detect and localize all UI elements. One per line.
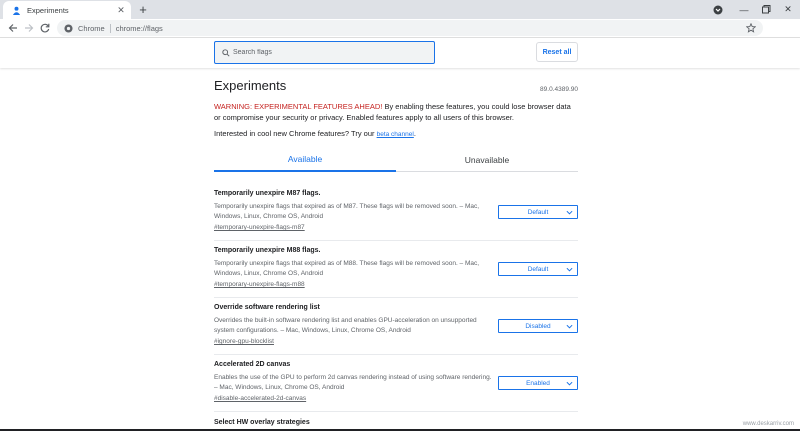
flag-description: Temporarily unexpire flags that expired … <box>214 203 480 220</box>
bookmark-star-icon[interactable] <box>745 22 757 34</box>
forward-arrow-icon[interactable] <box>22 21 36 35</box>
flag-select-value: Default <box>527 208 549 216</box>
flag-item: Temporarily unexpire M88 flags. Temporar… <box>214 247 578 291</box>
flag-description: Overrides the built-in software renderin… <box>214 317 477 334</box>
flags-header: Reset all <box>0 38 800 68</box>
new-tab-icon[interactable]: + <box>136 2 150 17</box>
omnibox-chip: Chrome <box>78 23 105 33</box>
flag-item: Temporarily unexpire M87 flags. Temporar… <box>214 190 578 234</box>
title-row: Experiments 89.0.4389.90 <box>214 78 578 94</box>
close-tab-icon[interactable]: ✕ <box>115 4 127 16</box>
flag-divider <box>214 354 578 355</box>
profile-chevron-icon[interactable] <box>706 0 730 19</box>
flag-title: Accelerated 2D canvas <box>214 361 291 368</box>
flag-select-value: Enabled <box>526 379 550 387</box>
address-bar[interactable]: Chrome chrome://flags <box>57 20 763 36</box>
flag-title: Override software rendering list <box>214 304 320 311</box>
flag-select[interactable]: Default <box>498 262 578 276</box>
tab-strip: Experiments ✕ + — ✕ <box>0 0 800 19</box>
search-icon <box>221 48 230 57</box>
flag-description: Temporarily unexpire flags that expired … <box>214 260 480 277</box>
flag-link[interactable]: #disable-accelerated-2d-canvas <box>214 395 306 402</box>
flag-link[interactable]: #ignore-gpu-blocklist <box>214 338 274 345</box>
warning-text: WARNING: EXPERIMENTAL FEATURES AHEAD! By… <box>214 101 578 123</box>
back-arrow-icon[interactable] <box>6 21 20 35</box>
interest-label: Interested in cool new Chrome features? … <box>214 129 377 138</box>
flag-divider <box>214 297 578 298</box>
watermark: www.deskarriv.com <box>742 421 794 427</box>
flag-select-value: Disabled <box>525 322 551 330</box>
toolbar: Chrome chrome://flags <box>0 19 800 53</box>
url-text[interactable]: chrome://flags <box>116 24 163 33</box>
close-window-icon[interactable]: ✕ <box>776 0 800 19</box>
chevron-down-icon <box>566 323 573 330</box>
flag-title: Temporarily unexpire M87 flags. <box>214 190 321 197</box>
flag-link[interactable]: #temporary-unexpire-flags-m87 <box>214 224 305 231</box>
flag-select[interactable]: Default <box>498 205 578 219</box>
flag-divider <box>214 411 578 412</box>
reload-icon[interactable] <box>38 21 52 35</box>
minimize-icon[interactable]: — <box>732 0 756 19</box>
search-input[interactable] <box>233 49 413 56</box>
flag-description: Enables the use of the GPU to perform 2d… <box>214 374 492 391</box>
flag-item: Override software rendering list Overrid… <box>214 304 578 348</box>
reset-all-button[interactable]: Reset all <box>536 42 578 62</box>
chevron-down-icon <box>566 266 573 273</box>
warning-heading: WARNING: EXPERIMENTAL FEATURES AHEAD! <box>214 102 383 111</box>
tab-title: Experiments <box>27 5 69 15</box>
omnibox-separator <box>109 23 111 33</box>
chrome-site-icon <box>64 23 73 33</box>
browser-tab-experiments[interactable]: Experiments ✕ <box>3 1 131 19</box>
flag-select-value: Default <box>527 265 549 273</box>
page-title: Experiments <box>214 78 287 93</box>
interest-text: Interested in cool new Chrome features? … <box>214 129 416 138</box>
flag-divider <box>214 240 578 241</box>
flag-link[interactable]: #temporary-unexpire-flags-m88 <box>214 281 305 288</box>
search-box[interactable] <box>214 41 435 64</box>
flag-title: Select HW overlay strategies <box>214 419 310 426</box>
chevron-down-icon <box>566 380 573 387</box>
tab-unavailable[interactable]: Unavailable <box>396 148 578 172</box>
experiments-favicon-icon <box>11 5 21 15</box>
tab-available[interactable]: Available <box>214 148 396 172</box>
flag-select[interactable]: Disabled <box>498 319 578 333</box>
version-label: 89.0.4389.90 <box>540 86 578 93</box>
flag-item: Accelerated 2D canvas Enables the use of… <box>214 361 578 405</box>
flag-title: Temporarily unexpire M88 flags. <box>214 247 321 254</box>
flags-tabs: Available Unavailable <box>214 148 578 172</box>
chevron-down-icon <box>566 209 573 216</box>
interest-end: . <box>413 129 416 138</box>
beta-channel-link[interactable]: beta channel <box>377 131 414 138</box>
flag-select[interactable]: Enabled <box>498 376 578 390</box>
maximize-icon[interactable] <box>754 0 778 19</box>
